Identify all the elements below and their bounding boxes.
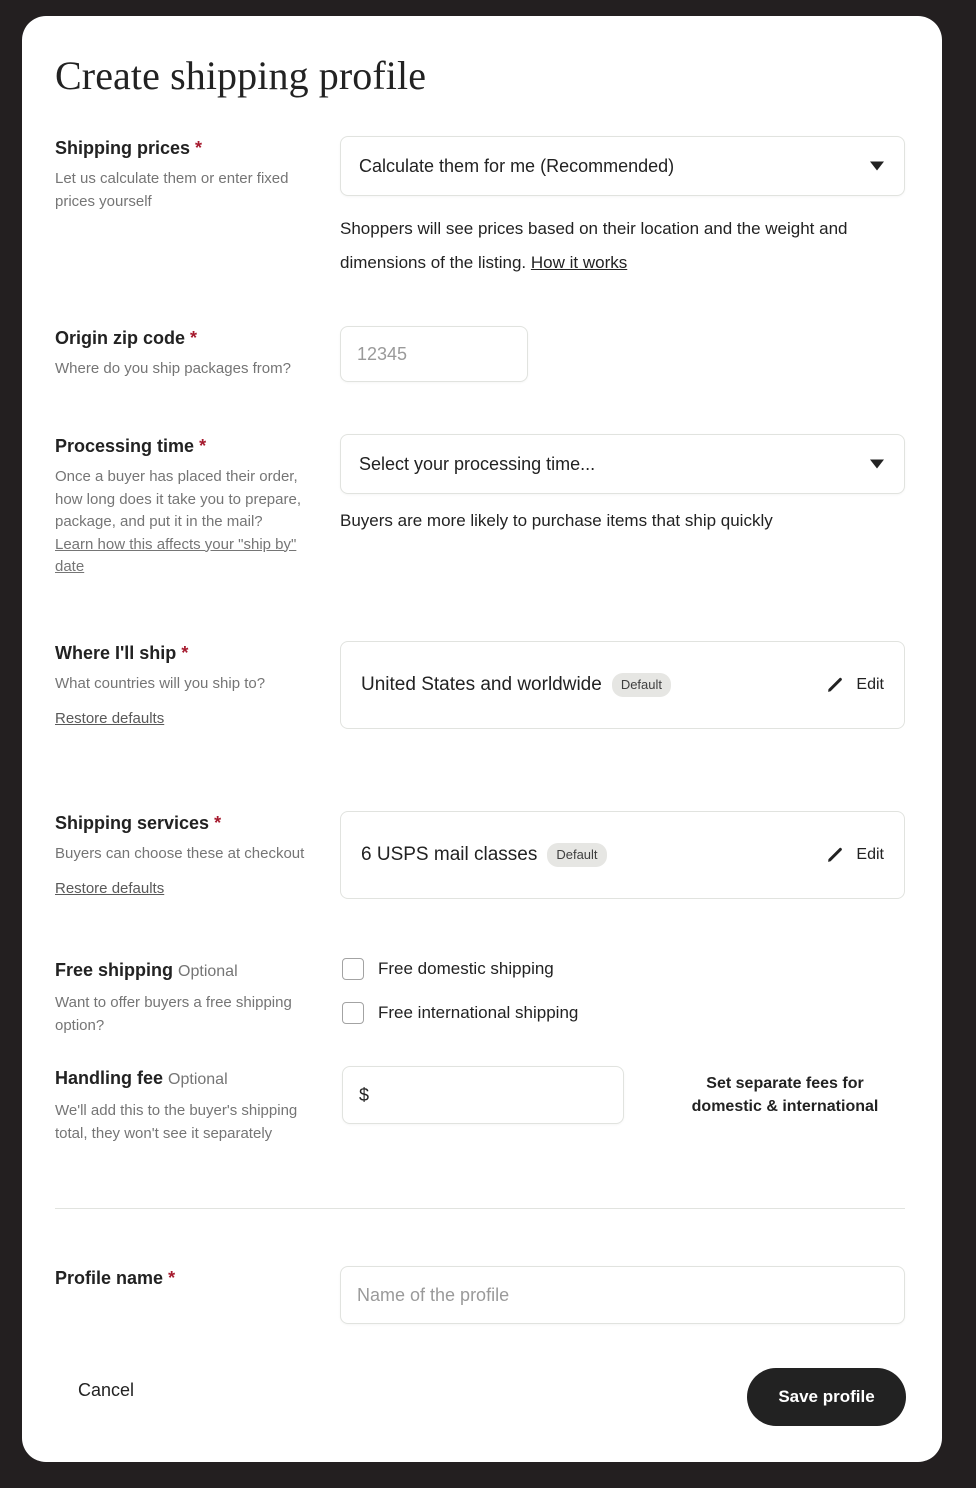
save-profile-button[interactable]: Save profile	[747, 1368, 906, 1426]
where-ill-ship-summary-card: United States and worldwide Default Edit	[340, 641, 905, 729]
profile-name-field-column: Name of the profile	[340, 1266, 910, 1324]
chevron-down-icon	[870, 162, 884, 171]
ship-by-date-link[interactable]: Learn how this affects your "ship by" da…	[55, 536, 296, 576]
handling-fee-label: Handling fee Optional	[55, 1066, 305, 1092]
where-ill-ship-label-column: Where I'll ship * What countries will yo…	[55, 641, 305, 728]
shipping-services-summary-text: 6 USPS mail classes	[361, 844, 537, 866]
required-asterisk: *	[214, 813, 221, 833]
where-ill-ship-field-column: United States and worldwide Default Edit	[340, 641, 910, 729]
pencil-icon	[824, 674, 846, 696]
shipping-prices-label-text: Shipping prices	[55, 138, 190, 158]
required-asterisk: *	[190, 328, 197, 348]
where-ill-ship-label-text: Where I'll ship	[55, 643, 176, 663]
profile-name-label-text: Profile name	[55, 1268, 163, 1288]
processing-time-help-text: Once a buyer has placed their order, how…	[55, 468, 301, 530]
processing-time-select[interactable]: Select your processing time...	[340, 434, 905, 494]
processing-time-label-column: Processing time * Once a buyer has place…	[55, 434, 305, 579]
processing-time-helper: Buyers are more likely to purchase items…	[340, 504, 910, 538]
free-shipping-field-column: Free domestic shipping Free internationa…	[342, 958, 912, 1024]
where-ill-ship-help: What countries will you ship to?	[55, 673, 305, 696]
handling-fee-label-text: Handling fee	[55, 1068, 163, 1088]
shipping-prices-select-value: Calculate them for me (Recommended)	[359, 156, 674, 177]
required-asterisk: *	[168, 1268, 175, 1288]
handling-fee-label-column: Handling fee Optional We'll add this to …	[55, 1066, 305, 1145]
required-asterisk: *	[195, 138, 202, 158]
cancel-button[interactable]: Cancel	[78, 1380, 134, 1401]
handling-fee-help: We'll add this to the buyer's shipping t…	[55, 1100, 305, 1145]
where-ill-ship-summary-text: United States and worldwide	[361, 674, 602, 696]
required-asterisk: *	[181, 643, 188, 663]
profile-name-input[interactable]: Name of the profile	[340, 1266, 905, 1324]
shipping-prices-field-column: Calculate them for me (Recommended) Shop…	[340, 136, 910, 280]
processing-time-field-column: Select your processing time... Buyers ar…	[340, 434, 910, 538]
origin-zip-label-column: Origin zip code * Where do you ship pack…	[55, 326, 305, 381]
free-shipping-label-text: Free shipping	[55, 960, 173, 980]
restore-defaults-link-countries[interactable]: Restore defaults	[55, 710, 164, 727]
footer-divider	[55, 1208, 905, 1209]
profile-name-label: Profile name *	[55, 1266, 305, 1290]
status-badge: Default	[612, 673, 671, 697]
origin-zip-label-text: Origin zip code	[55, 328, 185, 348]
handling-fee-input[interactable]: $	[342, 1066, 624, 1124]
required-asterisk: *	[199, 436, 206, 456]
shipping-prices-helper: Shoppers will see prices based on their …	[340, 212, 910, 280]
edit-services-button[interactable]: Edit	[824, 844, 884, 866]
free-domestic-shipping-label: Free domestic shipping	[378, 959, 554, 979]
origin-zip-help: Where do you ship packages from?	[55, 358, 305, 381]
processing-time-label-text: Processing time	[55, 436, 194, 456]
edit-services-label: Edit	[856, 846, 884, 864]
free-domestic-shipping-row[interactable]: Free domestic shipping	[342, 958, 912, 980]
optional-tag: Optional	[168, 1071, 228, 1088]
shipping-services-summary-card: 6 USPS mail classes Default Edit	[340, 811, 905, 899]
where-ill-ship-label: Where I'll ship *	[55, 641, 305, 665]
how-it-works-link[interactable]: How it works	[531, 253, 627, 272]
origin-zip-field-column: 12345	[340, 326, 910, 382]
profile-name-label-column: Profile name *	[55, 1266, 305, 1298]
shipping-services-field-column: 6 USPS mail classes Default Edit	[340, 811, 910, 899]
shipping-prices-help: Let us calculate them or enter fixed pri…	[55, 168, 305, 213]
free-shipping-label-column: Free shipping Optional Want to offer buy…	[55, 958, 305, 1037]
free-international-shipping-row[interactable]: Free international shipping	[342, 1002, 912, 1024]
create-shipping-profile-modal: Create shipping profile Shipping prices …	[22, 16, 942, 1462]
pencil-icon	[824, 844, 846, 866]
shipping-prices-label: Shipping prices *	[55, 136, 305, 160]
chevron-down-icon	[870, 460, 884, 469]
restore-defaults-link-services[interactable]: Restore defaults	[55, 880, 164, 897]
free-shipping-help: Want to offer buyers a free shipping opt…	[55, 992, 305, 1037]
shipping-services-label: Shipping services *	[55, 811, 305, 835]
shipping-prices-select[interactable]: Calculate them for me (Recommended)	[340, 136, 905, 196]
processing-time-select-value: Select your processing time...	[359, 454, 595, 475]
free-international-shipping-label: Free international shipping	[378, 1003, 578, 1023]
shipping-prices-label-column: Shipping prices * Let us calculate them …	[55, 136, 305, 213]
free-domestic-shipping-checkbox[interactable]	[342, 958, 364, 980]
origin-zip-input[interactable]: 12345	[340, 326, 528, 382]
origin-zip-label: Origin zip code *	[55, 326, 305, 350]
edit-countries-button[interactable]: Edit	[824, 674, 884, 696]
edit-countries-label: Edit	[856, 676, 884, 694]
shipping-services-label-text: Shipping services	[55, 813, 209, 833]
free-shipping-label: Free shipping Optional	[55, 958, 305, 984]
status-badge: Default	[547, 843, 606, 867]
shipping-services-label-column: Shipping services * Buyers can choose th…	[55, 811, 305, 898]
page-title: Create shipping profile	[55, 52, 426, 99]
optional-tag: Optional	[178, 963, 238, 980]
shipping-services-help: Buyers can choose these at checkout	[55, 843, 305, 866]
free-international-shipping-checkbox[interactable]	[342, 1002, 364, 1024]
processing-time-label: Processing time *	[55, 434, 305, 458]
processing-time-help: Once a buyer has placed their order, how…	[55, 466, 305, 579]
handling-fee-side-note: Set separate fees for domestic & interna…	[670, 1072, 900, 1118]
